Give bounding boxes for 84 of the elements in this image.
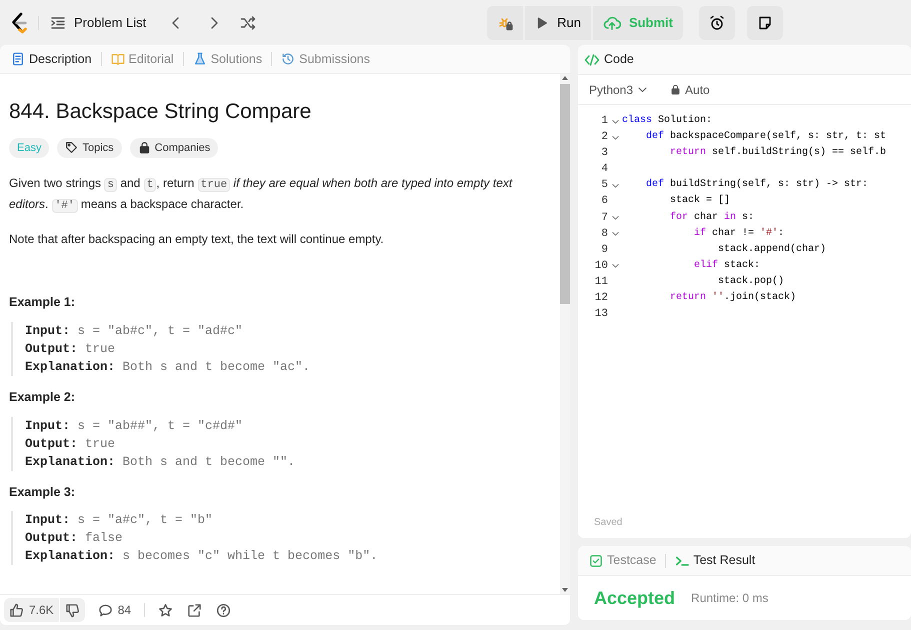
line-number: 10 (594, 258, 608, 274)
note-icon (757, 14, 773, 30)
description-text: Given two strings s and t , return true if they are equal when both are typed into empty text editors. '#' means a backspace character. (9, 175, 514, 216)
code-line: stack.pop() (717, 274, 786, 289)
run-button[interactable]: Run (525, 6, 591, 40)
help-icon (216, 602, 232, 618)
code-panel-title: Code (604, 51, 634, 68)
example-line: Output: true (25, 340, 116, 358)
example-line: Explanation: s becomes "c" while t becomes "b". (25, 548, 379, 566)
code-line: return self.buildString(s) == self.b (669, 146, 888, 160)
dislike-button[interactable] (60, 598, 85, 622)
code-line: stack = [] (669, 194, 732, 208)
auto-mode-button[interactable]: Auto (667, 78, 713, 102)
debug-button[interactable] (487, 6, 524, 40)
checkbox-icon (589, 554, 603, 568)
result-verdict: Accepted (594, 586, 676, 610)
example-line: Explanation: Both s and t become "". (25, 454, 296, 471)
line-number: 6 (600, 194, 608, 210)
problem-list-button[interactable]: Problem List (47, 10, 150, 36)
example-line: Input: s = "a#c", t = "b" (25, 512, 214, 530)
thumbs-down-icon (64, 602, 80, 618)
example-line: Output: false (25, 530, 124, 548)
line-number: 3 (600, 146, 608, 162)
line-number: 11 (594, 274, 608, 290)
example-heading: Example 3: (9, 484, 76, 501)
line-number: 4 (600, 162, 608, 178)
code-line: def buildString(self, s: str) -> str: (645, 178, 870, 192)
tag-chip[interactable]: Companies (130, 138, 218, 158)
scroll-down-icon[interactable] (560, 586, 569, 594)
tag-icon (65, 141, 78, 154)
line-number: 12 (594, 291, 608, 306)
flask-icon (192, 52, 207, 66)
code-line: for char in s: (669, 210, 756, 225)
alarm-clock-icon (709, 14, 725, 30)
share-icon (187, 602, 202, 618)
play-icon (535, 16, 550, 30)
line-number: 1 (600, 114, 608, 129)
description-text: Note that after backspacing an empty text, the text will continue empty. (9, 231, 385, 248)
thumbs-up-icon (9, 602, 24, 618)
shuffle-icon (240, 14, 256, 30)
line-number: 7 (600, 210, 608, 226)
note-button[interactable] (747, 6, 783, 40)
problem-title: 844. Backspace String Compare (9, 99, 312, 126)
fold-chevron-icon[interactable] (610, 261, 620, 270)
code-line: def backspaceCompare(self, s: str, t: st (645, 130, 888, 144)
language-dropdown[interactable]: Python3 (586, 78, 652, 102)
line-number: 2 (600, 130, 608, 146)
save-status: Saved (593, 516, 624, 530)
runtime-text: Runtime: 0 ms (691, 590, 768, 607)
code-line: if char != '#': (693, 226, 786, 241)
document-icon (11, 52, 25, 66)
comment-icon (98, 602, 113, 618)
list-icon (50, 14, 66, 30)
example-line: Output: true (25, 436, 116, 453)
example-line: Explanation: Both s and t become "ac". (25, 358, 312, 376)
book-icon (110, 52, 125, 66)
code-line: return ''.join(stack) (669, 290, 798, 306)
line-number: 9 (600, 242, 608, 258)
line-number: 13 (594, 307, 608, 322)
code-line: class Solution: (622, 114, 714, 128)
example-line: Input: s = "ab#c", t = "ad#c" (25, 322, 244, 340)
lock-icon (670, 84, 682, 95)
line-number: 5 (600, 178, 608, 194)
tab[interactable]: Description (6, 50, 97, 68)
example-heading: Example 2: (9, 388, 76, 406)
line-number: 8 (600, 226, 608, 242)
code-line: elif stack: (693, 258, 762, 273)
example-heading: Example 1: (9, 294, 76, 312)
code-icon (584, 52, 600, 68)
star-icon (158, 602, 174, 618)
comments-button[interactable]: 84 (92, 598, 136, 622)
scrollbar-thumb[interactable] (560, 84, 570, 304)
fold-chevron-icon[interactable] (610, 213, 620, 222)
alarm-button[interactable] (699, 6, 735, 40)
history-icon (281, 52, 296, 66)
difficulty-badge: Easy (9, 138, 50, 158)
tag-chip[interactable]: Topics (57, 138, 122, 158)
code-line: stack.append(char) (717, 242, 828, 257)
example-line: Input: s = "ab##", t = "c#d#" (25, 418, 244, 435)
like-button[interactable]: 7.6K (4, 598, 59, 622)
lock-icon (138, 141, 151, 154)
fold-chevron-icon[interactable] (610, 229, 620, 238)
tab[interactable]: Test Result (670, 551, 760, 570)
terminal-icon (675, 554, 690, 568)
